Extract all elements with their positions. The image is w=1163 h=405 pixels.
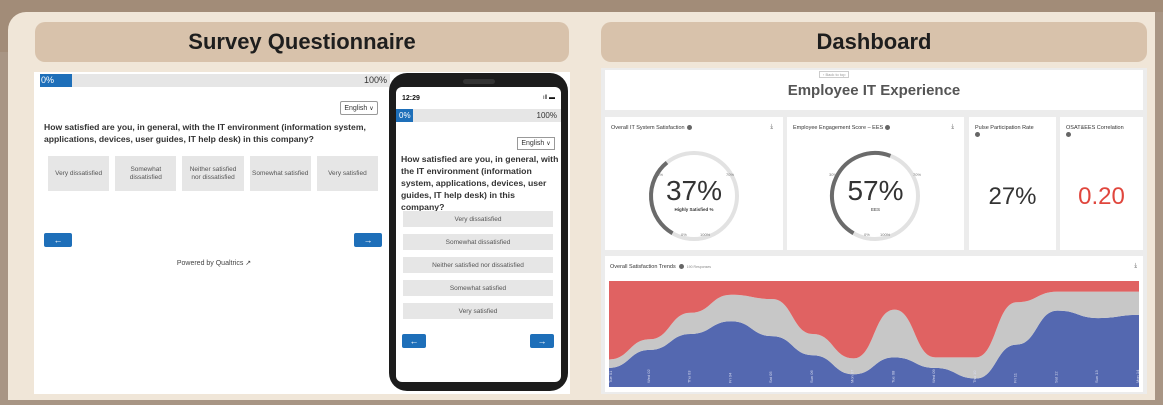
mobile-previous-button[interactable]: ←	[402, 334, 426, 348]
x-tick-label: Tue 01	[609, 370, 613, 383]
x-tick-label: Mon 14	[1135, 369, 1139, 383]
language-select[interactable]: English ∨	[340, 101, 378, 115]
dashboard-section-title: Dashboard	[601, 22, 1147, 62]
next-button[interactable]: →	[354, 233, 382, 247]
question-text: How satisfied are you, in general, with …	[44, 122, 366, 144]
progress-start-label: 0%	[41, 75, 55, 85]
kpi-caption: Highly Satisfied %	[674, 207, 714, 212]
frame-corner	[0, 12, 40, 52]
signal-battery-icon: ıll ▬	[543, 95, 555, 101]
language-value: English	[344, 104, 368, 112]
x-tick-label: Tue 08	[890, 370, 895, 383]
chevron-down-icon: ∨	[369, 105, 374, 112]
x-tick-label: Wed 02	[646, 369, 651, 383]
answer-option[interactable]: Somewhat satisfied	[249, 156, 311, 191]
gauge-tick-min: 0%	[681, 232, 687, 237]
mobile-next-button[interactable]: →	[530, 334, 554, 348]
answer-option[interactable]: Very dissatisfied	[48, 156, 110, 191]
kpi-value: 27%	[988, 183, 1037, 210]
mobile-answer-option[interactable]: Very satisfied	[403, 303, 553, 319]
progress-bar	[40, 74, 390, 87]
status-time: 12:29	[402, 95, 420, 102]
kpi-value: 0.20	[1078, 183, 1125, 210]
top-band	[0, 0, 1163, 12]
back-to-top-link[interactable]: ‹ Back to top	[819, 71, 850, 78]
mobile-progress-start: 0%	[399, 111, 411, 120]
satisfaction-trend-card: Overall Satisfaction Trends 190 Responses…	[605, 256, 1143, 392]
gauge-tick-max: 100%	[700, 232, 711, 237]
kpi-card-it-satisfaction: Overall IT System Satisfaction ⤓ 35% 70%…	[605, 117, 783, 250]
mobile-progress-end: 100%	[536, 111, 557, 120]
phone-notch	[463, 79, 495, 84]
responses-count: 190 Responses	[686, 265, 712, 269]
gauge-tick-max: 100%	[880, 232, 891, 237]
mobile-language-value: English	[521, 140, 545, 147]
kpi-card-participation: Pulse Participation Rate 27%	[969, 117, 1056, 250]
trend-area-chart: Tue 01 Wed 02 Thu 03 Fri 04 Sat 05 Sun 06 Mon …	[609, 281, 1139, 387]
trend-title: Overall Satisfaction Trends 190 Responses	[610, 264, 712, 270]
mobile-question-text: How satisfied are you, in general, with …	[401, 154, 559, 212]
chevron-down-icon: ∨	[546, 141, 551, 147]
card-title: Pulse Participation Rate	[975, 125, 1050, 139]
powered-by-link[interactable]: Powered by Qualtrics ↗	[144, 259, 284, 267]
answer-options: Very dissatisfied Somewhat dissatisfied …	[48, 156, 379, 191]
phone-screen: 12:29 ıll ▬ 0% 100% English ∨ How satisf…	[396, 87, 561, 382]
info-icon[interactable]	[975, 132, 980, 138]
download-icon[interactable]: ⤓	[1134, 263, 1137, 270]
mobile-answer-options: Very dissatisfied Somewhat dissatisfied …	[403, 211, 553, 326]
survey-section-title: Survey Questionnaire	[35, 22, 569, 62]
x-tick-label: Sat 12	[1053, 371, 1058, 383]
dashboard-header: ‹ Back to top Employee IT Experience	[605, 70, 1143, 110]
progress-end-label: 100%	[364, 75, 388, 85]
gauge-tick-min: 0%	[864, 232, 870, 237]
kpi-value: 37%	[665, 175, 723, 206]
mobile-answer-option[interactable]: Neither satisfied nor dissatisfied	[403, 257, 553, 273]
mobile-answer-option[interactable]: Somewhat dissatisfied	[403, 234, 553, 250]
x-tick-label: Wed 09	[931, 369, 936, 383]
info-icon[interactable]	[678, 264, 684, 270]
card-title: OSAT&EES Correlation	[1066, 125, 1141, 139]
x-tick-label: Thu 10	[972, 370, 977, 383]
x-tick-label: Thu 03	[687, 370, 692, 383]
dashboard-panel: ‹ Back to top Employee IT Experience Ove…	[601, 68, 1147, 394]
x-tick-label: Mon 07	[850, 369, 855, 383]
kpi-card-correlation: OSAT&EES Correlation 0.20	[1060, 117, 1143, 250]
dashboard-title: Employee IT Experience	[787, 82, 961, 99]
kpi-value: 57%	[847, 175, 904, 206]
answer-option[interactable]: Somewhat dissatisfied	[115, 156, 177, 191]
phone-mockup: 12:29 ıll ▬ 0% 100% English ∨ How satisf…	[389, 73, 568, 391]
x-tick-label: Sun 13	[1094, 370, 1099, 383]
x-tick-label: Fri 11	[1013, 372, 1018, 383]
answer-option[interactable]: Very satisfied	[316, 156, 379, 191]
kpi-card-ees: Employee Engagement Score – EES ⤓ 30% 70…	[787, 117, 964, 250]
mobile-answer-option[interactable]: Somewhat satisfied	[403, 280, 553, 296]
info-icon[interactable]	[1066, 132, 1071, 138]
x-tick-label: Sat 05	[768, 371, 773, 383]
x-tick-label: Sun 06	[809, 370, 814, 383]
kpi-caption: EES	[870, 207, 880, 212]
mobile-answer-option[interactable]: Very dissatisfied	[403, 211, 553, 227]
previous-button[interactable]: ←	[44, 233, 72, 247]
x-tick-label: Fri 04	[727, 372, 732, 383]
mobile-language-select[interactable]: English ∨	[517, 137, 555, 150]
answer-option[interactable]: Neither satisfied nor dissatisfied	[182, 156, 244, 191]
